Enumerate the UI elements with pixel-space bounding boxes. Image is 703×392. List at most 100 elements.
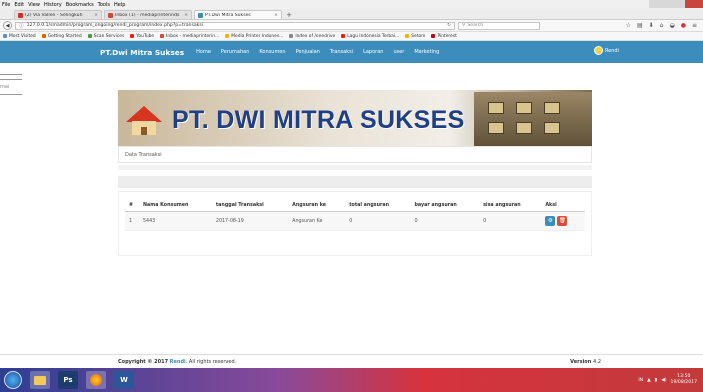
divider: [0, 94, 22, 95]
bookmark-label: Pinterest: [437, 33, 457, 39]
col-tanggal: tanggal Transaksi: [211, 200, 289, 212]
menu-transaksi[interactable]: Transaksi: [330, 49, 353, 55]
bookmark-getting-started[interactable]: Getting Started: [41, 33, 82, 39]
menu-bookmarks[interactable]: Bookmarks: [66, 2, 94, 8]
bookmarks-bar: Most Visited Getting Started Scan Servic…: [0, 32, 703, 41]
company-banner: PT. DWI MITRA SUKSES: [118, 90, 592, 146]
network-icon[interactable]: ▮: [655, 378, 658, 383]
menu-perumahan[interactable]: Perumahan: [221, 49, 249, 55]
user-menu[interactable]: Rendi: [593, 46, 619, 55]
menu-view[interactable]: View: [28, 2, 40, 8]
folder-icon: [34, 375, 46, 385]
menu-tools[interactable]: Tools: [98, 2, 110, 8]
window: [488, 122, 504, 134]
tab-close-icon[interactable]: ×: [94, 13, 98, 18]
pinterest-icon: [431, 34, 436, 38]
toolbar-strip: [118, 176, 592, 188]
bookmark-onedrive[interactable]: Index of /onedrive: [289, 34, 335, 39]
tab-dwi-mitra[interactable]: PT.Dwi Mitra Sukses ×: [194, 10, 282, 19]
language-icon[interactable]: IN: [638, 378, 643, 383]
bookmark-media-printer[interactable]: Media Printer Indones...: [225, 34, 283, 39]
spacer: [118, 165, 592, 170]
bookmark-star-icon[interactable]: ☆: [626, 22, 631, 29]
tray-arrow-icon[interactable]: ▲: [647, 378, 651, 383]
menu-penjualan[interactable]: Penjualan: [296, 49, 320, 55]
avatar: [593, 46, 603, 55]
delete-button[interactable]: 🗑: [557, 216, 568, 226]
window: [544, 102, 560, 114]
taskbar-firefox[interactable]: [86, 371, 106, 389]
bookmark-setom[interactable]: Setom: [405, 34, 425, 39]
pocket-icon[interactable]: ◒: [669, 22, 674, 29]
bookmark-label: Media Printer Indones...: [231, 33, 284, 39]
menu-file[interactable]: File: [2, 2, 10, 8]
tab-inbox[interactable]: Inbox (1) - mediaprinterinds ×: [104, 10, 192, 19]
col-sisa: sisa angsuran: [479, 200, 542, 212]
download-icon[interactable]: ⬇: [649, 22, 654, 29]
table-header-row: # Nama Konsumen tanggal Transaksi Angsur…: [125, 200, 585, 212]
reading-list-icon[interactable]: ▤: [637, 22, 643, 29]
bookmark-icon: [289, 34, 294, 38]
system-tray: IN ▲ ▮ ◀) 13:50 19/08/2017: [638, 374, 703, 386]
page-footer: Copyright © 2017 Rendi. All rights reser…: [0, 354, 703, 368]
info-icon[interactable]: ⓘ: [19, 23, 24, 29]
bookmark-lagu[interactable]: Lagu Indonesia Terbai...: [341, 34, 399, 39]
cell-total: 0: [345, 211, 411, 231]
bookmark-label: Scan Services: [93, 33, 125, 39]
photoshop-icon: Ps: [63, 376, 73, 384]
table-row: 1 5443 2017-08-19 Angsuran Ke 0 0 0 ⚙ 🗑: [125, 211, 585, 231]
edit-button[interactable]: ⚙: [545, 216, 556, 226]
bookmark-pinterest[interactable]: Pinterest: [431, 33, 457, 39]
taskbar-explorer[interactable]: [30, 371, 50, 389]
youtube-icon: [18, 12, 23, 18]
clock[interactable]: 13:50 19/08/2017: [671, 374, 697, 386]
trash-icon: 🗑: [558, 218, 566, 224]
menu-home[interactable]: Home: [196, 49, 211, 55]
window: [516, 102, 532, 114]
menu-laporan[interactable]: Laporan: [363, 49, 383, 55]
home-icon[interactable]: ⌂: [660, 22, 664, 29]
tab-close-icon[interactable]: ×: [274, 13, 278, 18]
close-window-button[interactable]: [685, 0, 703, 8]
menu-user[interactable]: user: [393, 49, 404, 55]
bookmark-scan-services[interactable]: Scan Services: [87, 33, 125, 39]
house-door: [141, 127, 147, 135]
firefox-icon: [41, 34, 46, 38]
tab-youtube[interactable]: (2) Via Vallen - Selingkuh ×: [14, 10, 102, 19]
menu-help[interactable]: Help: [114, 2, 125, 8]
taskbar-photoshop[interactable]: Ps: [58, 371, 78, 389]
start-button[interactable]: [4, 371, 22, 389]
new-tab-button[interactable]: +: [284, 10, 294, 19]
bookmark-youtube[interactable]: YouTube: [130, 34, 154, 39]
author-link[interactable]: Rendi: [170, 359, 186, 365]
menu-konsumen[interactable]: Konsumen: [259, 49, 285, 55]
volume-icon[interactable]: ◀): [661, 378, 666, 383]
extension-icon[interactable]: ●: [681, 22, 686, 29]
menu-history[interactable]: History: [44, 2, 62, 8]
bookmark-label: Setom: [411, 33, 426, 39]
bookmark-label: Getting Started: [47, 33, 82, 39]
banner-title: PT. DWI MITRA SUKSES: [172, 106, 465, 134]
transaction-table: # Nama Konsumen tanggal Transaksi Angsur…: [125, 200, 585, 231]
url-text: 127.0.0.1/smadmin/program_ongoing/rendi_…: [26, 23, 203, 28]
col-bayar: bayar angsuran: [410, 200, 480, 212]
url-bar[interactable]: ⓘ 127.0.0.1/smadmin/program_ongoing/rend…: [15, 21, 455, 30]
menu-marketing[interactable]: Marketing: [414, 49, 439, 55]
app-brand[interactable]: PT.Dwi Mitra Sukses: [100, 48, 184, 57]
menu-edit[interactable]: Edit: [14, 2, 24, 8]
bookmark-inbox[interactable]: Inbox - mediaprinterin...: [160, 34, 219, 39]
browser-menubar: File Edit View History Bookmarks Tools H…: [0, 0, 703, 9]
bookmark-label: Lagu Indonesia Terbai...: [347, 33, 400, 39]
search-placeholder: Search: [467, 23, 484, 28]
minimize-button[interactable]: [649, 0, 667, 8]
back-button[interactable]: ◀: [3, 21, 12, 30]
bookmark-icon: [3, 34, 7, 38]
tab-close-icon[interactable]: ×: [184, 13, 188, 18]
taskbar-word[interactable]: W: [114, 371, 134, 389]
reload-icon[interactable]: ↻: [447, 23, 451, 28]
bookmark-most-visited[interactable]: Most Visited: [3, 34, 36, 39]
maximize-button[interactable]: [667, 0, 685, 8]
search-input[interactable]: ⚲ Search: [458, 21, 540, 30]
cell-nama: 5443: [139, 211, 212, 231]
hamburger-menu-icon[interactable]: ≡: [692, 22, 697, 29]
